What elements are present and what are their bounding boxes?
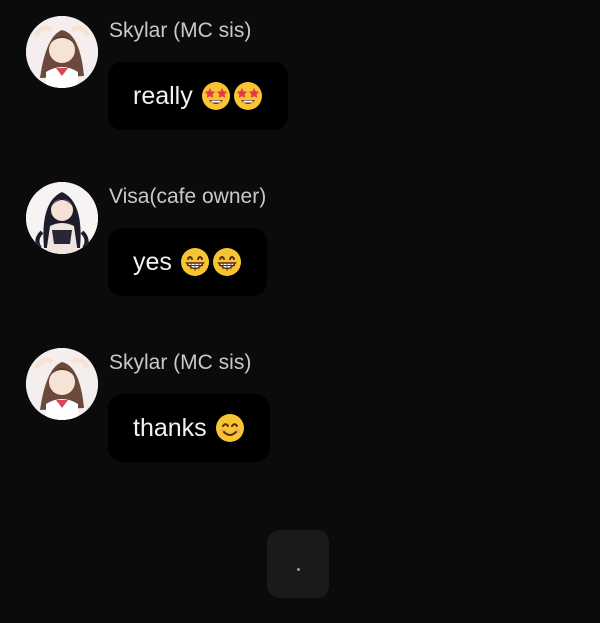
sender-name: Visa(cafe owner) bbox=[109, 185, 267, 208]
message-bubble[interactable]: thanks bbox=[108, 394, 270, 462]
smiling-emoji-icon bbox=[215, 413, 245, 443]
message-bubble[interactable]: really bbox=[108, 62, 288, 130]
star-struck-emoji-icon bbox=[201, 81, 231, 111]
typing-indicator: . bbox=[267, 530, 329, 598]
avatar[interactable] bbox=[26, 348, 98, 420]
message-text: really bbox=[133, 81, 193, 110]
message-text: thanks bbox=[133, 413, 207, 442]
star-struck-emoji-icon bbox=[233, 81, 263, 111]
typing-dot bbox=[296, 567, 300, 571]
sender-name: Skylar (MC sis) bbox=[109, 19, 252, 42]
avatar[interactable] bbox=[26, 16, 98, 88]
avatar[interactable] bbox=[26, 182, 98, 254]
message-text: yes bbox=[133, 247, 172, 276]
message-bubble[interactable]: yes bbox=[108, 228, 267, 296]
sender-name: Skylar (MC sis) bbox=[109, 351, 252, 374]
typing-indicator-text: . bbox=[298, 564, 299, 565]
grinning-emoji-icon bbox=[212, 247, 242, 277]
grinning-emoji-icon bbox=[180, 247, 210, 277]
